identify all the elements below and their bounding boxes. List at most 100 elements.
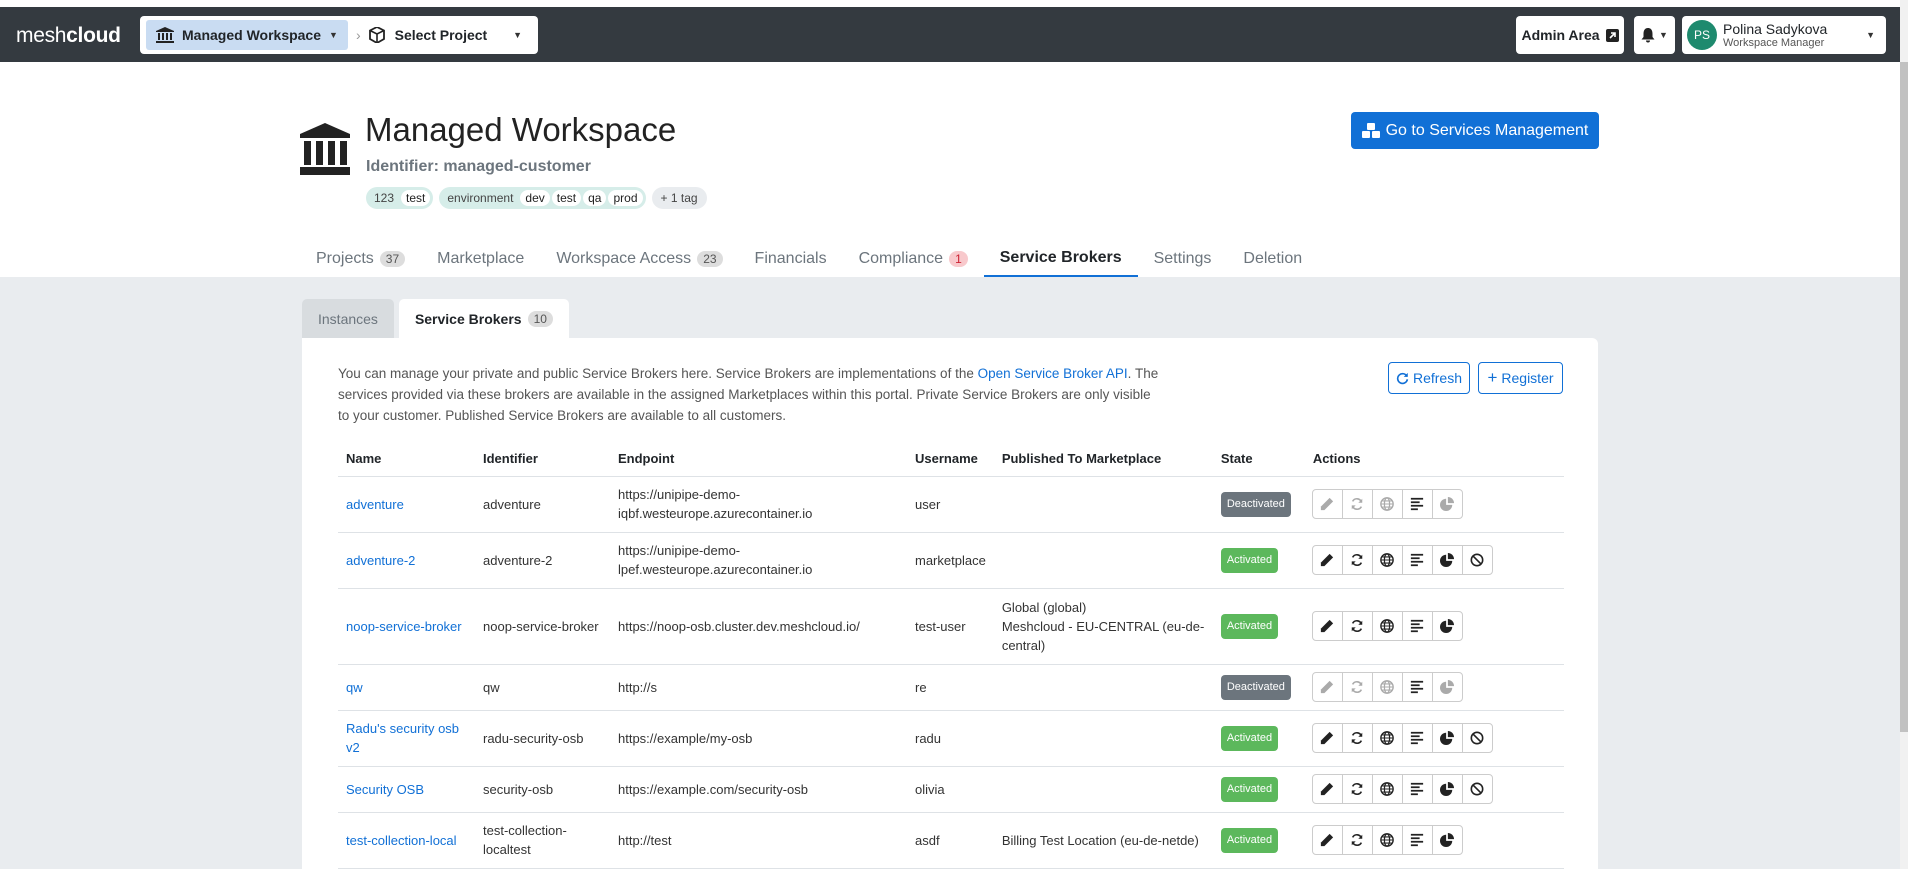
sync-button[interactable]: [1341, 672, 1373, 702]
tab-marketplace[interactable]: Marketplace: [421, 240, 540, 277]
logs-button[interactable]: [1401, 825, 1433, 855]
sync-button[interactable]: [1341, 489, 1373, 519]
project-selector[interactable]: Select Project ▼: [368, 27, 532, 43]
broker-username: asdf: [907, 812, 994, 869]
globe-button[interactable]: [1371, 545, 1403, 575]
disable-button[interactable]: [1461, 774, 1493, 804]
user-name: Polina Sadykova: [1723, 21, 1828, 37]
refresh-button[interactable]: Refresh: [1388, 362, 1470, 394]
sync-button[interactable]: [1341, 774, 1373, 804]
subtab-service-brokers[interactable]: Service Brokers 10: [398, 299, 569, 338]
project-selector-label: Select Project: [394, 27, 488, 43]
globe-button[interactable]: [1371, 774, 1403, 804]
broker-name-link[interactable]: adventure-2: [338, 532, 475, 589]
logs-button[interactable]: [1401, 545, 1433, 575]
table-row: test-collection-local test-collection-loc…: [338, 812, 1564, 869]
subtab-instances[interactable]: Instances: [302, 299, 394, 338]
edit-icon: [1320, 782, 1334, 796]
edit-button[interactable]: [1311, 723, 1343, 753]
sync-button[interactable]: [1341, 825, 1373, 855]
globe-button[interactable]: [1371, 723, 1403, 753]
column-header[interactable]: Endpoint: [610, 441, 907, 477]
tab-compliance[interactable]: Compliance 1: [843, 240, 984, 277]
globe-button[interactable]: [1371, 672, 1403, 702]
edit-button[interactable]: [1311, 489, 1343, 519]
tab-label: Workspace Access: [556, 249, 692, 267]
globe-button[interactable]: [1371, 611, 1403, 641]
tab-workspace-access[interactable]: Workspace Access 23: [540, 240, 738, 277]
broker-actions: [1304, 532, 1564, 589]
logs-button[interactable]: [1401, 774, 1433, 804]
edit-icon: [1320, 497, 1334, 511]
broker-actions: [1304, 588, 1564, 665]
tab-settings[interactable]: Settings: [1138, 240, 1228, 277]
edit-icon: [1320, 731, 1334, 745]
logs-button[interactable]: [1401, 672, 1433, 702]
intro-line: You can manage your private and public S…: [338, 366, 978, 381]
broker-name-link[interactable]: noop-service-broker: [338, 588, 475, 665]
broker-name-link[interactable]: qw: [338, 664, 475, 711]
meshcloud-logo[interactable]: meshcloud: [16, 24, 121, 48]
edit-button[interactable]: [1311, 774, 1343, 804]
count-badge: 1: [949, 250, 968, 267]
usage-button[interactable]: [1431, 672, 1463, 702]
tab-service-brokers[interactable]: Service Brokers: [983, 240, 1138, 277]
usage-button[interactable]: [1431, 723, 1463, 753]
user-menu[interactable]: PS Polina Sadykova Workspace Manager ▼: [1682, 16, 1886, 54]
logs-button[interactable]: [1401, 723, 1433, 753]
usage-button[interactable]: [1431, 545, 1463, 575]
disable-button[interactable]: [1461, 723, 1493, 753]
table-row: noop-service-broker noop-service-broker ht…: [338, 588, 1564, 665]
tab-financials[interactable]: Financials: [739, 240, 843, 277]
open-service-broker-api-link[interactable]: Open Service Broker API: [978, 366, 1128, 381]
user-role: Workspace Manager: [1723, 37, 1825, 49]
more-tags-button[interactable]: + 1 tag: [651, 187, 707, 209]
tab-deletion[interactable]: Deletion: [1227, 240, 1318, 277]
go-to-services-management-button[interactable]: Go to Services Management: [1351, 112, 1599, 149]
broker-identifier: noop-service-broker: [475, 588, 610, 665]
logs-button[interactable]: [1401, 489, 1433, 519]
action-button-group: [1311, 489, 1556, 519]
edit-button[interactable]: [1311, 545, 1343, 575]
edit-button[interactable]: [1311, 672, 1343, 702]
broker-name-link[interactable]: Security OSB: [338, 766, 475, 813]
scrollbar-thumb[interactable]: [1900, 62, 1908, 732]
register-button[interactable]: + Register: [1478, 362, 1563, 394]
disable-icon: [1470, 553, 1484, 567]
usage-button[interactable]: [1431, 825, 1463, 855]
logs-icon: [1410, 619, 1424, 633]
logs-icon: [1410, 731, 1424, 745]
tab-label: Settings: [1153, 249, 1212, 267]
column-header[interactable]: Name: [338, 441, 475, 477]
column-header[interactable]: Identifier: [475, 441, 610, 477]
globe-button[interactable]: [1371, 489, 1403, 519]
sync-button[interactable]: [1341, 611, 1373, 641]
tab-label: Financials: [754, 249, 827, 267]
globe-icon: [1380, 680, 1395, 694]
disable-button[interactable]: [1461, 545, 1493, 575]
sync-button[interactable]: [1341, 723, 1373, 753]
usage-button[interactable]: [1431, 489, 1463, 519]
globe-button[interactable]: [1371, 825, 1403, 855]
sync-button[interactable]: [1341, 545, 1373, 575]
top-navbar: meshcloud Managed Workspace ▼ › Select P…: [0, 7, 1900, 62]
edit-button[interactable]: [1311, 825, 1343, 855]
count-badge: 23: [697, 250, 723, 267]
notifications-button[interactable]: ▼: [1634, 16, 1675, 54]
broker-name-link[interactable]: adventure: [338, 476, 475, 533]
tag-123: 123 test: [366, 187, 434, 209]
broker-name-link[interactable]: Radu's security osb v2: [338, 710, 475, 767]
tab-label: Service Brokers: [999, 248, 1122, 266]
column-header[interactable]: Username: [907, 441, 994, 477]
column-header[interactable]: Published To Marketplace: [993, 441, 1213, 477]
usage-button[interactable]: [1431, 774, 1463, 804]
edit-button[interactable]: [1311, 611, 1343, 641]
broker-name-link[interactable]: test-collection-local: [338, 812, 475, 869]
admin-area-button[interactable]: Admin Area: [1516, 16, 1624, 54]
usage-button[interactable]: [1431, 611, 1463, 641]
workspace-selector[interactable]: Managed Workspace ▼: [146, 20, 348, 50]
column-header[interactable]: State: [1212, 441, 1305, 477]
logs-button[interactable]: [1401, 611, 1433, 641]
tab-projects[interactable]: Projects 37: [300, 240, 421, 277]
status-badge: Activated: [1220, 547, 1279, 573]
